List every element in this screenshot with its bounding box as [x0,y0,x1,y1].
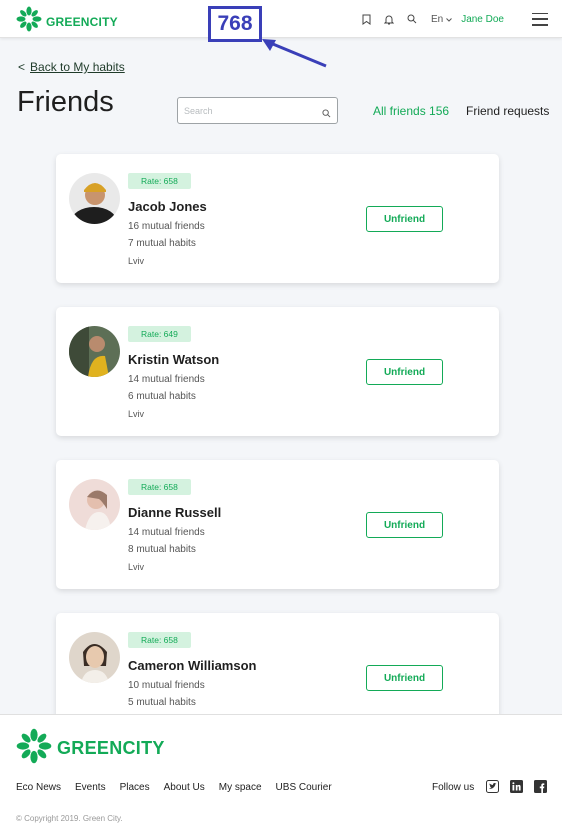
footer-logo-text: GREENCITY [57,738,165,758]
search-icon[interactable] [322,105,331,123]
rate-badge: Rate: 658 [128,173,191,189]
linkedin-icon[interactable] [510,780,523,793]
footer-logo[interactable]: GREENCITY [16,728,165,769]
leaf-logo-icon [16,6,42,37]
footer-link-ubs-courier[interactable]: UBS Courier [276,782,332,793]
footer-link-events[interactable]: Events [75,782,106,793]
footer: GREENCITY Eco News Events Places About U… [0,714,562,828]
mutual-friends: 16 mutual friends [128,221,205,232]
page-title: Friends [17,86,114,118]
rate-badge: Rate: 658 [128,632,191,648]
friend-card: Rate: 658 Jacob Jones 16 mutual friends … [56,154,499,283]
back-to-habits-link[interactable]: Back to My habits [30,60,125,74]
leaf-logo-icon [16,728,52,769]
annotation-label: 768 [208,6,262,42]
footer-nav: Eco News Events Places About Us My space… [16,782,332,793]
bookmark-icon[interactable] [355,9,378,29]
avatar [69,173,120,224]
unfriend-button[interactable]: Unfriend [366,206,443,232]
footer-link-places[interactable]: Places [120,782,150,793]
top-header: GREENCITY En Jane Doe [0,0,562,38]
mutual-habits: 8 mutual habits [128,544,196,555]
follow-us-label: Follow us [432,782,475,793]
hamburger-menu-icon[interactable] [532,12,548,26]
tab-friend-requests[interactable]: Friend requests [466,104,549,118]
friend-card: Rate: 649 Kristin Watson 14 mutual frien… [56,307,499,436]
unfriend-button[interactable]: Unfriend [366,512,443,538]
mutual-habits: 7 mutual habits [128,238,196,249]
unfriend-button[interactable]: Unfriend [366,665,443,691]
avatar [69,326,120,377]
mutual-habits: 5 mutual habits [128,697,196,708]
friend-city: Lviv [128,562,145,572]
search-input[interactable] [178,98,308,123]
twitter-icon[interactable] [486,780,499,793]
friend-name[interactable]: Cameron Williamson [128,658,256,673]
greencity-logo[interactable]: GREENCITY [16,6,118,37]
search-icon[interactable] [401,9,424,29]
chevron-down-icon [446,14,453,25]
avatar [69,632,120,683]
language-label: En [430,13,444,25]
logo-text: GREENCITY [46,14,118,29]
unfriend-button[interactable]: Unfriend [366,359,443,385]
copyright-text: © Copyright 2019. Green City. [16,814,123,823]
bell-icon[interactable] [378,9,401,29]
footer-link-eco-news[interactable]: Eco News [16,782,61,793]
footer-link-my-space[interactable]: My space [219,782,262,793]
rate-badge: Rate: 658 [128,479,191,495]
rate-badge: Rate: 649 [128,326,191,342]
avatar [69,479,120,530]
mutual-friends: 10 mutual friends [128,680,205,691]
header-actions: En Jane Doe [355,0,548,38]
annotation-arrow-icon [262,39,327,68]
mutual-friends: 14 mutual friends [128,374,205,385]
friend-name[interactable]: Jacob Jones [128,199,207,214]
chevron-left-icon: < [18,60,26,74]
language-selector[interactable]: En [430,13,453,25]
search-box [177,97,338,124]
tab-all-friends[interactable]: All friends 156 [373,104,449,118]
mutual-friends: 14 mutual friends [128,527,205,538]
footer-link-about-us[interactable]: About Us [164,782,205,793]
friend-name[interactable]: Kristin Watson [128,352,219,367]
breadcrumb: < Back to My habits [18,60,125,74]
friend-card: Rate: 658 Dianne Russell 14 mutual frien… [56,460,499,589]
user-name-link[interactable]: Jane Doe [461,14,504,25]
mutual-habits: 6 mutual habits [128,391,196,402]
friend-city: Lviv [128,256,145,266]
facebook-icon[interactable] [534,780,547,793]
friend-city: Lviv [128,409,145,419]
friend-name[interactable]: Dianne Russell [128,505,221,520]
